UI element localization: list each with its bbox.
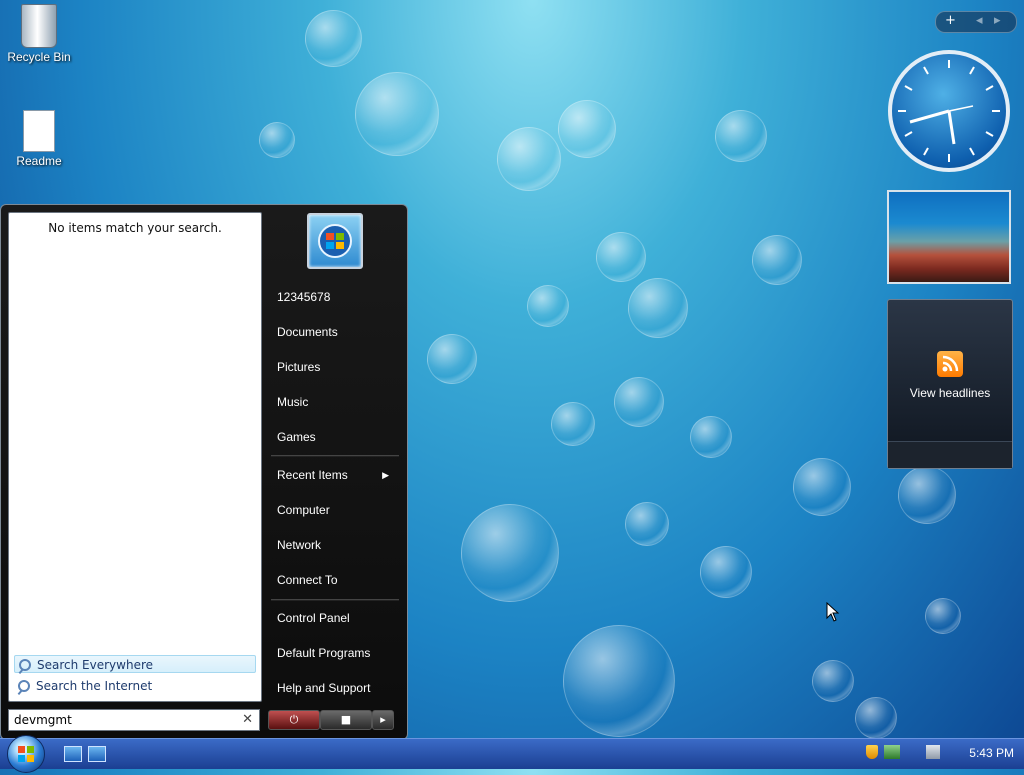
search-option-label: Search the Internet (36, 679, 153, 693)
search-results-pane: No items match your search. Search Every… (8, 212, 262, 702)
desktop-icon-recycle-bin[interactable]: Recycle Bin (3, 4, 75, 64)
menu-item-music[interactable]: Music (277, 392, 397, 412)
switch-windows-icon[interactable] (88, 746, 106, 762)
lock-button[interactable]: ■ (320, 710, 372, 730)
volume-muted-icon[interactable] (926, 745, 940, 759)
clock-face-icon (898, 60, 1000, 162)
user-picture-icon[interactable] (307, 213, 363, 269)
shutdown-options-button[interactable]: ▸ (372, 710, 394, 730)
lock-icon: ■ (340, 713, 352, 726)
search-icon (19, 659, 31, 671)
previous-icon[interactable]: ◂ (976, 13, 983, 28)
windows-logo-icon (18, 746, 34, 762)
no-results-message: No items match your search. (48, 221, 222, 235)
desktop-icon-label: Recycle Bin (7, 50, 71, 64)
menu-separator (271, 455, 399, 457)
feed-headlines-gadget[interactable]: View headlines (887, 299, 1013, 469)
power-icon: ⏻ (289, 713, 299, 726)
desktop-icon-readme[interactable]: Readme (3, 110, 75, 168)
menu-item-label: Recent Items (277, 468, 348, 482)
menu-item-user[interactable]: 12345678 (277, 287, 397, 307)
network-icon[interactable] (884, 745, 900, 759)
text-document-icon (23, 110, 55, 152)
add-gadget-icon[interactable]: + (945, 13, 956, 28)
gadget-footer (888, 441, 1012, 468)
search-option-label: Search Everywhere (37, 658, 153, 672)
taskbar: 5:43 PM (0, 735, 1024, 773)
search-internet-link[interactable]: Search the Internet (14, 677, 256, 695)
search-everywhere-link[interactable]: Search Everywhere (14, 655, 256, 673)
search-icon (18, 680, 30, 692)
start-button[interactable] (7, 735, 45, 773)
menu-item-pictures[interactable]: Pictures (277, 357, 397, 377)
view-headlines-link[interactable]: View headlines (888, 386, 1012, 400)
search-field[interactable]: ✕ (8, 709, 260, 731)
slideshow-gadget[interactable] (887, 190, 1011, 284)
start-menu-right-pane: 12345678 Documents Pictures Music Games … (263, 205, 407, 735)
clear-search-icon[interactable]: ✕ (242, 712, 253, 727)
menu-item-games[interactable]: Games (277, 427, 397, 447)
start-menu: No items match your search. Search Every… (0, 204, 408, 740)
desktop-icon-label: Readme (16, 154, 62, 168)
menu-item-help-support[interactable]: Help and Support (277, 678, 397, 698)
show-desktop-icon[interactable] (64, 746, 82, 762)
clock-gadget[interactable] (888, 50, 1010, 172)
sidebar-controls: + ◂ ▸ (935, 11, 1017, 33)
mouse-cursor-icon (826, 602, 840, 622)
menu-item-network[interactable]: Network (277, 535, 397, 555)
rss-feed-icon (937, 351, 963, 377)
system-tray: 5:43 PM (854, 739, 1024, 769)
menu-item-recent-items[interactable]: Recent Items ▶ (277, 465, 397, 485)
security-shield-icon[interactable] (866, 745, 878, 759)
menu-item-connect-to[interactable]: Connect To (277, 570, 397, 590)
menu-item-computer[interactable]: Computer (277, 500, 397, 520)
submenu-arrow-icon: ▶ (382, 470, 389, 480)
taskbar-clock[interactable]: 5:43 PM (969, 746, 1014, 760)
recycle-bin-icon (21, 4, 57, 48)
menu-separator (271, 599, 399, 601)
next-icon[interactable]: ▸ (994, 13, 1001, 28)
power-button[interactable]: ⏻ (268, 710, 320, 730)
menu-item-documents[interactable]: Documents (277, 322, 397, 342)
menu-item-control-panel[interactable]: Control Panel (277, 608, 397, 628)
arrow-right-icon: ▸ (380, 713, 386, 726)
power-controls: ⏻ ■ ▸ (268, 710, 394, 730)
search-input[interactable] (14, 711, 234, 729)
menu-item-default-programs[interactable]: Default Programs (277, 643, 397, 663)
